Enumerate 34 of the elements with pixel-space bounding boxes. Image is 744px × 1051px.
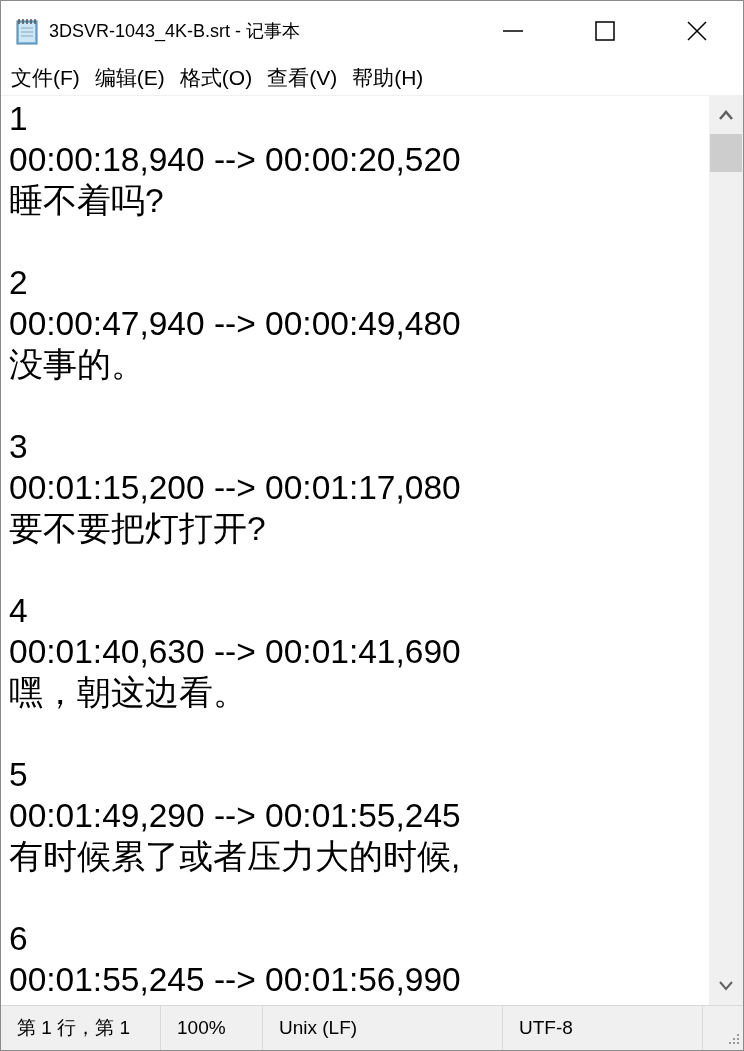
status-text: Unix (LF) bbox=[263, 1006, 503, 1050]
text-line: 要不要把灯打开? bbox=[9, 509, 267, 549]
scroll-down-icon[interactable] bbox=[719, 981, 733, 991]
maximize-icon[interactable] bbox=[595, 21, 615, 41]
scroll-up-icon[interactable] bbox=[719, 110, 733, 120]
menu-item[interactable]: 编辑(E) bbox=[94, 64, 165, 92]
text-line: 4 bbox=[9, 591, 29, 631]
scrollbar-thumb[interactable] bbox=[710, 134, 742, 172]
text-line: 00:01:15,200 --> 00:01:17,080 bbox=[9, 468, 462, 508]
text-line: 5 bbox=[9, 755, 29, 795]
text-line: 00:00:47,940 --> 00:00:49,480 bbox=[9, 304, 462, 344]
text-line: 嘿，朝这边看。 bbox=[9, 673, 248, 713]
text-line: 00:01:40,630 --> 00:01:41,690 bbox=[9, 632, 462, 672]
menu-item[interactable]: 查看(V) bbox=[267, 64, 338, 92]
text-line: 睡不着吗? bbox=[9, 181, 165, 221]
status-text: 第 1 行，第 1 bbox=[1, 1006, 161, 1050]
close-icon[interactable] bbox=[687, 21, 707, 41]
notepad-icon bbox=[15, 17, 41, 45]
menu-item[interactable]: 格式(O) bbox=[179, 64, 253, 92]
menu-item[interactable]: 文件(F) bbox=[11, 64, 80, 92]
text-line: 3 bbox=[9, 427, 29, 467]
text-line: 00:00:18,940 --> 00:00:20,520 bbox=[9, 140, 462, 180]
text-line: 有时候累了或者压力大的时候, bbox=[9, 837, 462, 877]
status-text: UTF-8 bbox=[503, 1006, 703, 1050]
resize-grip-icon[interactable] bbox=[726, 1032, 740, 1046]
text-line: 没事的。 bbox=[9, 345, 146, 385]
text-line: 00:01:55,245 --> 00:01:56,990 bbox=[9, 960, 462, 1000]
text-line: 2 bbox=[9, 263, 29, 303]
text-line: 00:01:49,290 --> 00:01:55,245 bbox=[9, 796, 462, 836]
status-text: 100% bbox=[161, 1006, 263, 1050]
text-line: 1 bbox=[9, 99, 29, 139]
window-title: 3DSVR-1043_4K-B.srt - 记事本 bbox=[49, 20, 302, 43]
text-line: 6 bbox=[9, 919, 29, 959]
menu-item[interactable]: 帮助(H) bbox=[352, 64, 424, 92]
